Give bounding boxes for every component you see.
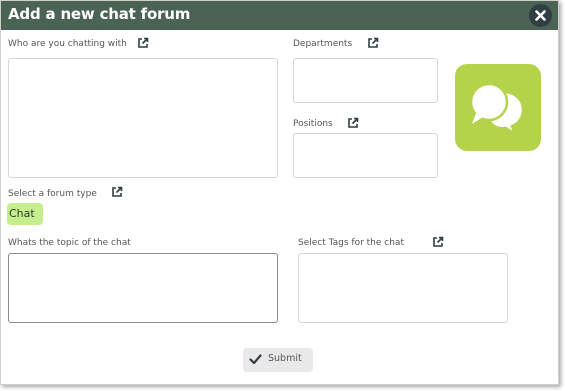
departments-external-link-icon[interactable] [367,37,379,49]
check-icon [249,354,262,365]
chat-forum-logo [455,64,541,151]
add-chat-forum-dialog: Add a new chat forum Who are you chattin… [0,0,559,385]
forum-type-chip[interactable]: Chat [7,203,43,225]
tags-field[interactable] [298,253,508,323]
forum-type-external-link-icon[interactable] [111,186,123,198]
topic-textarea[interactable] [8,253,278,323]
chatting-with-field[interactable] [8,58,278,178]
submit-label: Submit [268,353,302,364]
topic-label: Whats the topic of the chat [8,238,131,248]
dialog-titlebar: Add a new chat forum [1,1,558,30]
dialog-title: Add a new chat forum [8,5,191,23]
chat-bubbles-icon [469,82,525,138]
chatting-with-external-link-icon[interactable] [137,37,149,49]
departments-label: Departments [293,39,353,49]
tags-external-link-icon[interactable] [432,236,444,248]
chatting-with-label: Who are you chatting with [8,39,127,49]
tags-label: Select Tags for the chat [298,238,404,248]
departments-field[interactable] [293,58,438,103]
close-icon [535,10,546,21]
positions-field[interactable] [293,133,438,178]
positions-external-link-icon[interactable] [347,117,359,129]
submit-button[interactable]: Submit [243,348,313,372]
positions-label: Positions [293,119,333,129]
forum-type-label: Select a forum type [8,189,97,199]
close-button[interactable] [529,4,552,27]
